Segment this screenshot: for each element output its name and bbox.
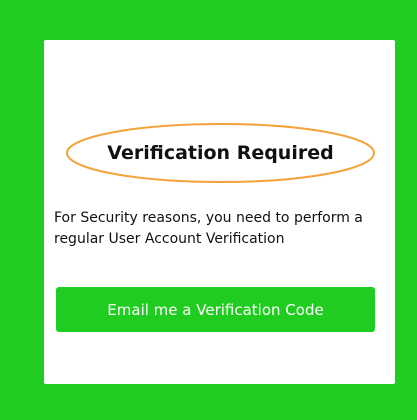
email-verification-code-button[interactable]: Email me a Verification Code: [56, 287, 375, 332]
title-highlight: Verification Required: [65, 122, 376, 184]
verification-message: For Security reasons, you need to perfor…: [54, 210, 363, 247]
page-title: Verification Required: [107, 142, 334, 164]
verification-card: Verification Required For Security reaso…: [44, 40, 395, 384]
